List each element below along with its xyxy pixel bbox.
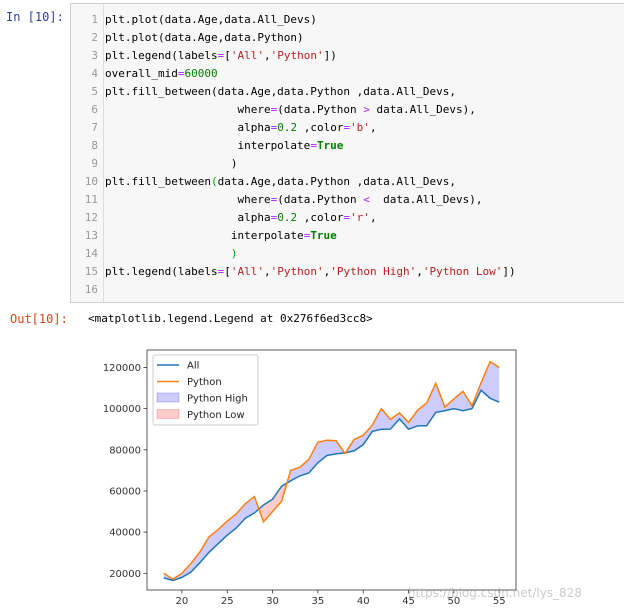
y-tick-label: 60000 — [109, 486, 141, 497]
legend-fill-swatch — [156, 392, 180, 403]
y-tick-label: 20000 — [109, 569, 141, 580]
legend: All Python Python High Python Low — [152, 354, 259, 426]
fill-python-low — [272, 486, 282, 512]
watermark: https://blog.csdn.net/lys_828 — [408, 586, 582, 600]
y-tick-label: 40000 — [109, 528, 141, 539]
fill-python-high — [490, 361, 500, 403]
fill-python-high — [381, 408, 391, 430]
fill-python-high — [326, 440, 337, 456]
x-tick-label: 35 — [312, 596, 325, 607]
fill-python-high — [236, 503, 246, 529]
legend-fill-swatch — [156, 409, 180, 419]
legend-label: Python Low — [187, 410, 245, 421]
x-tick-label: 30 — [266, 596, 279, 607]
y-tick-label: 80000 — [109, 445, 141, 456]
matplotlib-chart: 20 25 30 35 40 45 50 55200004000060000800001000… — [103, 349, 517, 607]
legend-label: All — [187, 361, 199, 372]
legend-label: Python — [187, 377, 222, 388]
x-tick-label: 40 — [357, 596, 370, 607]
legend-label: Python High — [187, 394, 248, 405]
y-tick-label: 100000 — [103, 404, 141, 415]
x-tick-label: 20 — [176, 596, 189, 607]
y-tick-label: 120000 — [103, 363, 141, 374]
x-tick-label: 25 — [221, 596, 234, 607]
